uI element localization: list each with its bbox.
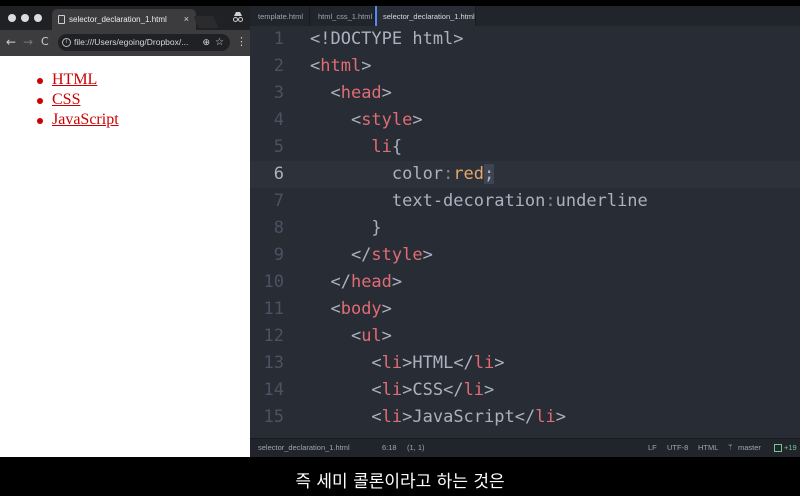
document-icon: [58, 15, 65, 24]
status-encoding[interactable]: UTF-8: [667, 439, 688, 457]
forward-button[interactable]: →: [23, 35, 33, 49]
line-number: 5: [273, 137, 284, 157]
page-content: HTML CSS JavaScript: [0, 56, 250, 457]
new-tab-button[interactable]: [193, 16, 219, 28]
line-number-current: 6: [273, 164, 284, 184]
editor-tab-selector-declaration[interactable]: selector_declaration_1.html: [375, 6, 476, 26]
code-line: <head>: [310, 83, 392, 103]
line-number: 8: [273, 218, 284, 238]
minimize-window-icon[interactable]: [21, 14, 29, 22]
line-number: 13: [263, 353, 284, 373]
status-selection[interactable]: (1, 1): [407, 439, 425, 457]
status-grammar[interactable]: HTML: [698, 439, 718, 457]
bookmark-star-icon[interactable]: ☆: [215, 34, 224, 51]
code-line: <li>JavaScript</li>: [310, 407, 566, 427]
maximize-window-icon[interactable]: [34, 14, 42, 22]
browser-window: selector_declaration_1.html × ← → C i fi…: [0, 6, 250, 457]
address-bar[interactable]: i file:///Users/egoing/Dropbox/... ⊕ ☆: [58, 34, 230, 51]
editor-tab-bar: template.html html_css_1.html selector_d…: [250, 6, 800, 26]
code-line: text-decoration:underline: [310, 191, 648, 211]
status-git-branch[interactable]: master: [738, 439, 761, 457]
close-window-icon[interactable]: [8, 14, 16, 22]
code-area[interactable]: <!DOCTYPE html> <html> <head> <style> li…: [310, 26, 800, 438]
reload-button[interactable]: C: [41, 35, 49, 49]
line-number: 12: [263, 326, 284, 346]
line-number: 11: [263, 299, 284, 319]
editor-tab-template[interactable]: template.html: [250, 6, 310, 26]
browser-tab-title: selector_declaration_1.html: [69, 15, 167, 24]
editor-status-bar: selector_declaration_1.html 6:18 (1, 1) …: [250, 438, 800, 457]
code-editor: template.html html_css_1.html selector_d…: [250, 6, 800, 457]
line-number: 7: [273, 191, 284, 211]
code-line: }: [310, 218, 382, 238]
code-line-current: color:red;: [310, 164, 495, 184]
list-item: CSS: [37, 90, 119, 110]
zoom-icon[interactable]: ⊕: [202, 34, 210, 51]
code-line: <style>: [310, 110, 423, 130]
git-branch-icon: ᛘ: [728, 443, 733, 452]
status-file-name[interactable]: selector_declaration_1.html: [258, 439, 350, 457]
line-number: 14: [263, 380, 284, 400]
code-line: <!DOCTYPE html>: [310, 29, 464, 49]
line-number: 1: [273, 29, 284, 49]
status-git-changes[interactable]: +19: [784, 439, 797, 457]
rendered-list: HTML CSS JavaScript: [37, 70, 119, 130]
browser-toolbar: ← → C i file:///Users/egoing/Dropbox/...…: [0, 30, 250, 56]
line-number: 15: [263, 407, 284, 427]
back-button[interactable]: ←: [6, 35, 16, 49]
line-number-gutter: 1 2 3 4 5 6 7 8 9 10 11 12 13 14 15: [250, 26, 310, 438]
info-icon[interactable]: i: [62, 38, 71, 47]
status-cursor-position[interactable]: 6:18: [382, 439, 397, 457]
line-number: 2: [273, 56, 284, 76]
code-line: <ul>: [310, 326, 392, 346]
code-line: <li>CSS</li>: [310, 380, 495, 400]
line-number: 9: [273, 245, 284, 265]
code-line: <li>HTML</li>: [310, 353, 505, 373]
url-text: file:///Users/egoing/Dropbox/...: [74, 37, 189, 47]
browser-menu-icon[interactable]: ⋮: [236, 36, 247, 48]
browser-tab-active[interactable]: selector_declaration_1.html ×: [52, 9, 196, 30]
code-line: </head>: [310, 272, 403, 292]
code-line: <body>: [310, 299, 392, 319]
close-tab-icon[interactable]: ×: [184, 9, 189, 30]
line-number: 10: [263, 272, 284, 292]
line-number: 3: [273, 83, 284, 103]
code-line: li{: [371, 137, 403, 157]
list-item: HTML: [37, 70, 119, 90]
browser-tab-bar: selector_declaration_1.html ×: [0, 6, 250, 30]
list-item: JavaScript: [37, 111, 119, 128]
status-line-ending[interactable]: LF: [648, 439, 657, 457]
editor-tab-html-css[interactable]: html_css_1.html: [310, 6, 375, 26]
line-number: 4: [273, 110, 284, 130]
code-line: </style>: [310, 245, 433, 265]
video-subtitle: 즉 세미 콜론이라고 하는 것은: [0, 457, 800, 496]
git-changes-icon: [774, 444, 782, 452]
incognito-icon: [233, 12, 243, 22]
code-line: <html>: [310, 56, 372, 76]
